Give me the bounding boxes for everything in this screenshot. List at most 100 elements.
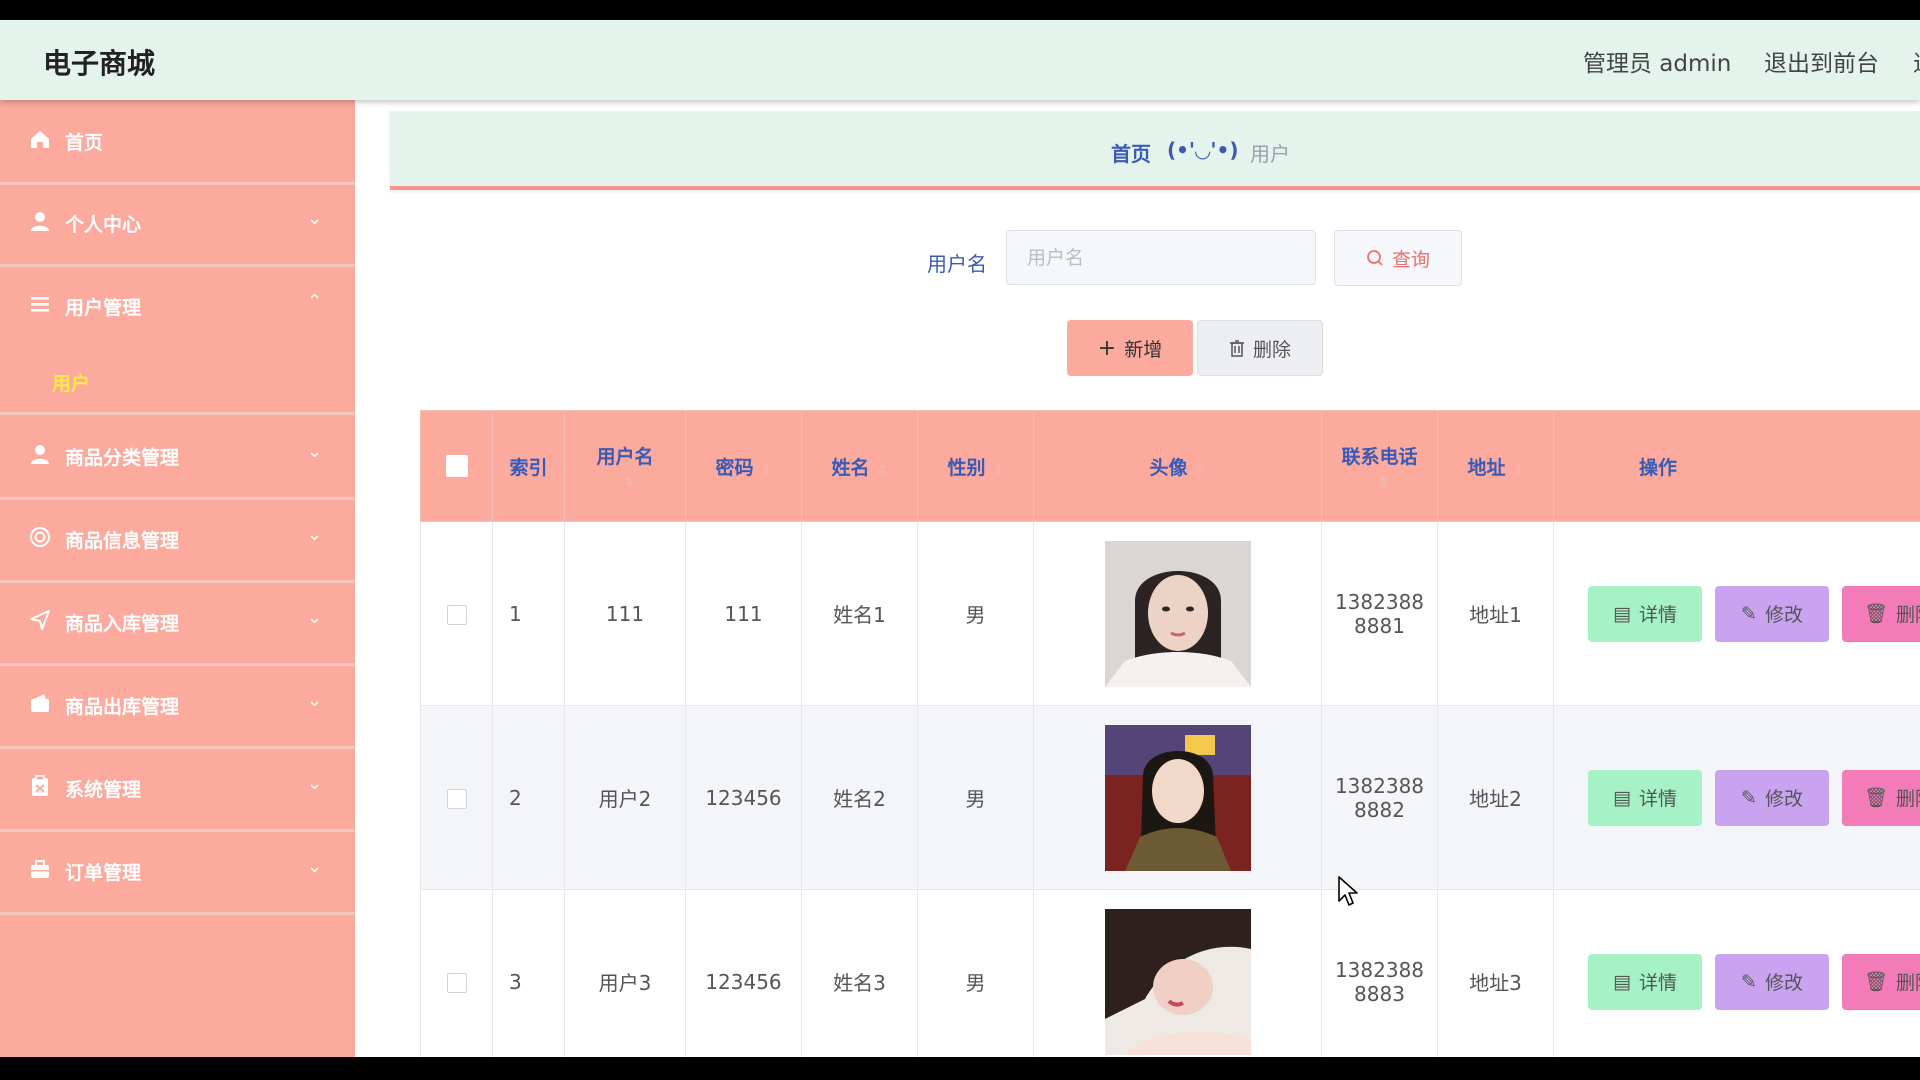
sort-icon[interactable]: ⇕ <box>877 463 887 477</box>
list-icon <box>28 293 52 317</box>
sort-icon[interactable]: ⇕ <box>1195 463 1205 477</box>
sidebar-item-stock-in[interactable]: 商品入库管理 ⌄ <box>0 581 355 666</box>
row-checkbox[interactable] <box>446 973 467 993</box>
column-header-password[interactable]: 密码 ⇕ <box>685 410 802 522</box>
logout-link[interactable]: 退 <box>1913 44 1920 78</box>
edit-button[interactable]: ✎ 修改 <box>1715 585 1829 642</box>
breadcrumb-home[interactable]: 首页 <box>1111 138 1151 167</box>
sidebar-item-label: 首页 <box>65 132 104 154</box>
cell-gender: 男 <box>917 705 1034 890</box>
query-button[interactable]: 查询 <box>1334 230 1462 286</box>
delete-button[interactable]: 🗑删除 <box>1842 769 1920 826</box>
chevron-down-icon: ⌄ <box>307 441 323 462</box>
cell-username: 用户3 <box>564 889 686 1057</box>
sidebar-subitem-user[interactable]: 用户 <box>0 347 355 415</box>
select-all-checkbox[interactable] <box>445 455 468 478</box>
edit-button[interactable]: ✎ 修改 <box>1715 769 1829 826</box>
edit-button[interactable]: ✎ 修改 <box>1715 953 1829 1010</box>
sidebar-item-label: 系统管理 <box>65 779 142 801</box>
sidebar-item-stock-out[interactable]: 商品出库管理 ⌄ <box>0 664 355 749</box>
column-header-name[interactable]: 姓名 ⇕ <box>801 410 918 522</box>
row-select-cell[interactable] <box>420 889 493 1057</box>
search-input[interactable] <box>1006 230 1316 285</box>
detail-button[interactable]: ▤ 详情 <box>1588 769 1702 826</box>
mouse-cursor-icon <box>1338 876 1358 906</box>
cell-actions: ▤详情 ✎修改 🗑删除 <box>1553 521 1920 706</box>
cell-password: 111 <box>685 521 802 706</box>
sidebar-item-product-info[interactable]: 商品信息管理 ⌄ <box>0 498 355 583</box>
query-button-label: 查询 <box>1391 248 1430 271</box>
row-checkbox[interactable] <box>446 789 467 809</box>
sidebar-item-label: 个人中心 <box>65 214 142 236</box>
cell-name: 姓名1 <box>801 521 918 706</box>
cell-username: 111 <box>564 521 686 706</box>
pencil-icon: ✎ <box>1741 786 1757 809</box>
cell-name: 姓名3 <box>801 889 918 1057</box>
table-header-row: 索引 用户名 ⇕ 密码 ⇕ 姓名 ⇕ 性别 ⇕ 头像 ⇕ 联系电话 ⇕ 地址 ⇕ 操作 <box>420 410 1920 522</box>
avatar[interactable] <box>1104 724 1251 871</box>
column-header-address[interactable]: 地址 ⇕ <box>1437 410 1554 522</box>
brand-title: 电子商城 <box>43 47 156 80</box>
cell-password: 123456 <box>685 705 802 890</box>
exit-to-frontend-link[interactable]: 退出到前台 <box>1764 44 1879 78</box>
user-table: 索引 用户名 ⇕ 密码 ⇕ 姓名 ⇕ 性别 ⇕ 头像 ⇕ 联系电话 ⇕ 地址 ⇕ 操作 1 1… <box>420 410 1920 1057</box>
column-header-index: 索引 <box>492 410 565 522</box>
document-icon: ▤ <box>1613 970 1631 993</box>
sidebar-item-category-management[interactable]: 商品分类管理 ⌄ <box>0 415 355 500</box>
column-header-avatar[interactable]: 头像 ⇕ <box>1033 410 1322 522</box>
admin-user-label[interactable]: 管理员 admin <box>1583 44 1731 78</box>
avatar[interactable] <box>1104 540 1251 687</box>
cell-index: 2 <box>492 705 565 890</box>
add-button[interactable]: + 新增 <box>1067 320 1193 376</box>
delete-button[interactable]: 🗑删除 <box>1842 953 1920 1010</box>
add-button-label: 新增 <box>1124 338 1163 361</box>
sidebar-item-orders[interactable]: 订单管理 ⌄ <box>0 830 355 915</box>
sidebar: 首页 个人中心 ⌄ 用户管理 ⌃ 用户 商品分类管理 ⌄ 商品信息管理 ⌄ 商品… <box>0 100 355 1057</box>
column-header-username[interactable]: 用户名 ⇕ <box>564 410 686 522</box>
table-row: 2 用户2 123456 姓名2 男 1382388 8882 地址2 ▤ 详情… <box>420 705 1920 890</box>
pencil-icon: ✎ <box>1741 970 1757 993</box>
app-screen: 电子商城 管理员 admin 退出到前台 退 首页 个人中心 ⌄ 用户管理 ⌃ <box>0 20 1920 1057</box>
sidebar-item-label: 用户管理 <box>65 297 142 319</box>
search-icon <box>1367 250 1383 266</box>
select-all-cell[interactable] <box>420 410 493 522</box>
trash-icon: 🗑 <box>1863 971 1889 993</box>
sort-icon[interactable]: ⇕ <box>1513 463 1523 477</box>
cell-phone: 1382388 8882 <box>1321 705 1438 890</box>
table-row: 1 111 111 姓名1 男 1382388 8881 地址1 ▤ 详情 ✎ … <box>420 521 1920 706</box>
cell-index: 1 <box>492 521 565 706</box>
delete-button[interactable]: 🗑删除 <box>1842 585 1920 642</box>
briefcase-icon <box>28 858 52 882</box>
sort-icon[interactable]: ⇕ <box>761 463 771 477</box>
cell-avatar <box>1033 889 1322 1057</box>
sidebar-item-system[interactable]: 系统管理 ⌄ <box>0 747 355 832</box>
column-header-gender[interactable]: 性别 ⇕ <box>917 410 1034 522</box>
cell-password: 123456 <box>685 889 802 1057</box>
bulk-delete-button[interactable]: 删除 <box>1197 320 1323 376</box>
sort-icon[interactable]: ⇕ <box>993 463 1003 477</box>
row-select-cell[interactable] <box>420 705 493 890</box>
cell-index: 3 <box>492 889 565 1057</box>
detail-button[interactable]: ▤ 详情 <box>1588 585 1702 642</box>
row-select-cell[interactable] <box>420 521 493 706</box>
row-checkbox[interactable] <box>446 605 467 625</box>
sort-icon[interactable]: ⇕ <box>1378 475 1388 489</box>
chevron-down-icon: ⌄ <box>307 607 323 628</box>
table-row: 3 用户3 123456 姓名3 男 1382388 8883 地址3 ▤ 详情… <box>420 889 1920 1057</box>
cell-address: 地址1 <box>1437 521 1554 706</box>
wallet-icon <box>28 692 52 716</box>
document-icon: ▤ <box>1613 786 1631 809</box>
person-icon <box>28 210 52 234</box>
column-header-phone[interactable]: 联系电话 ⇕ <box>1321 410 1438 522</box>
avatar[interactable] <box>1104 908 1251 1055</box>
sidebar-item-user-management[interactable]: 用户管理 ⌃ <box>0 265 355 347</box>
cell-avatar <box>1033 705 1322 890</box>
detail-button[interactable]: ▤ 详情 <box>1588 953 1702 1010</box>
cell-username: 用户2 <box>564 705 686 890</box>
sidebar-item-home[interactable]: 首页 <box>0 100 355 185</box>
chevron-up-icon: ⌃ <box>307 291 323 312</box>
sidebar-item-personal-center[interactable]: 个人中心 ⌄ <box>0 182 355 267</box>
sort-icon[interactable]: ⇕ <box>624 475 634 489</box>
sidebar-subitem-label: 用户 <box>52 373 91 395</box>
cell-avatar <box>1033 521 1322 706</box>
